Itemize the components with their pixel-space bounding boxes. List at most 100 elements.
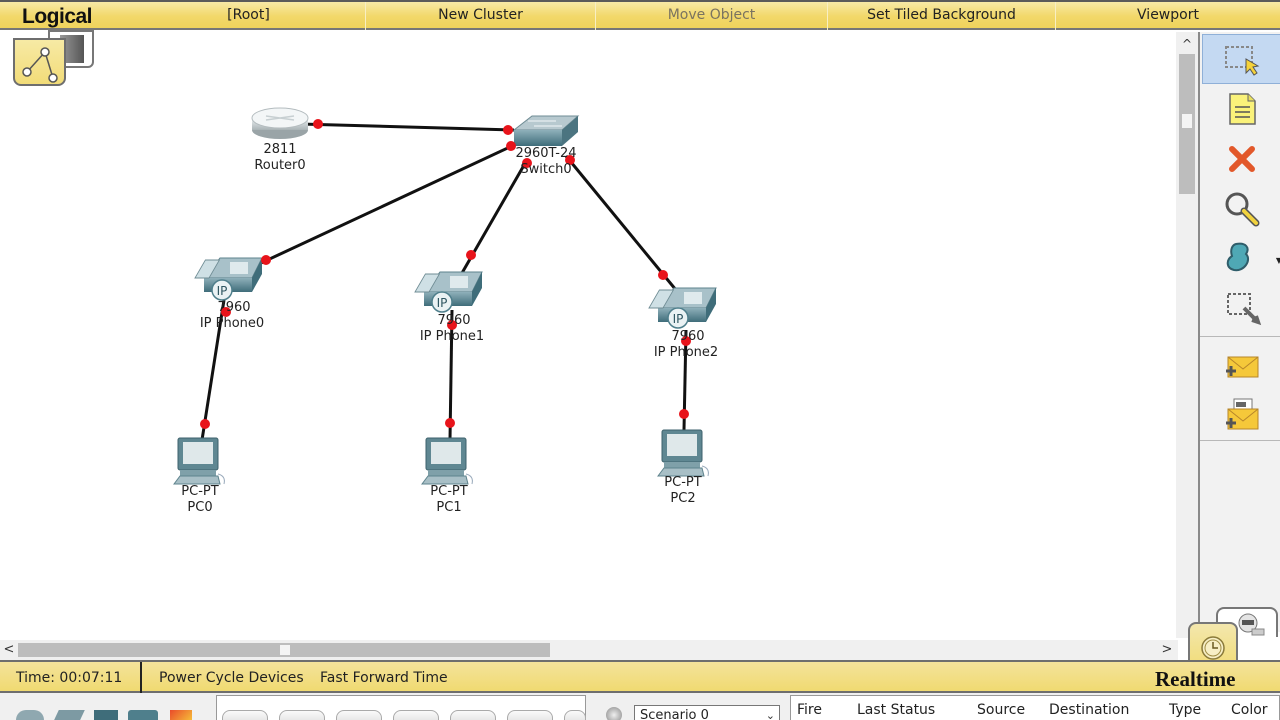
column-header-destination[interactable]: Destination — [1049, 702, 1129, 718]
simple-pdu-envelope-icon — [1226, 356, 1259, 378]
select-tool[interactable] — [1202, 34, 1280, 84]
pc-icon[interactable] — [421, 437, 473, 485]
routers-category-icon[interactable] — [16, 710, 44, 720]
column-header-type[interactable]: Type — [1169, 702, 1201, 718]
pc0-model-label: PC-PT — [181, 484, 219, 499]
router0-name-label: Router0 — [254, 158, 306, 173]
device-button[interactable] — [336, 710, 382, 720]
link-status-dot — [466, 250, 476, 260]
link-status-dot — [261, 255, 271, 265]
link-status-dot — [200, 419, 210, 429]
time-bar: Time: 00:07:11 Power Cycle Devices Fast … — [0, 660, 1280, 693]
vertical-scroll-thumb[interactable] — [1179, 54, 1195, 194]
device-and-pdu-panel: Scenario 0 ⌄ Fire Last Status Source Des… — [0, 693, 1280, 720]
pc2-name-label: PC2 — [670, 491, 696, 506]
switch-icon[interactable] — [512, 115, 580, 146]
realtime-mode-tab[interactable] — [1188, 622, 1238, 664]
pc1-model-label: PC-PT — [430, 484, 468, 499]
hubs-category-icon[interactable] — [94, 710, 118, 720]
magnifier-icon — [1225, 192, 1260, 227]
toolbar-divider — [1200, 440, 1280, 441]
svg-text:IP: IP — [437, 296, 448, 310]
logical-workspace-canvas[interactable]: IP IP IP 2811 Router0 2960T-24 Switch0 7… — [0, 32, 1176, 640]
move-object-button[interactable]: Move Object — [596, 2, 828, 30]
vertical-scrollbar[interactable]: ^ — [1176, 32, 1198, 638]
delete-tool[interactable] — [1202, 134, 1280, 184]
delete-icon — [1229, 146, 1255, 172]
pc1-name-label: PC1 — [436, 500, 462, 515]
resize-icon — [1227, 293, 1262, 326]
root-button[interactable]: [Root] — [132, 2, 366, 30]
power-cycle-devices-button[interactable]: Power Cycle Devices — [159, 670, 304, 686]
link-status-dot — [445, 418, 455, 428]
column-header-source[interactable]: Source — [977, 702, 1025, 718]
horizontal-scrollbar[interactable]: < > — [0, 640, 1178, 660]
phone0-name-label: IP Phone0 — [199, 316, 265, 331]
topology-diagram: IP IP IP — [173, 107, 717, 485]
svg-text:IP: IP — [673, 312, 684, 326]
toolbar-divider — [1200, 336, 1280, 337]
logical-mode-title: Logical — [22, 5, 93, 28]
set-tiled-background-button[interactable]: Set Tiled Background — [828, 2, 1056, 30]
switch0-name-label: Switch0 — [520, 162, 572, 177]
simulation-time: Time: 00:07:11 — [16, 670, 123, 686]
scenario-value: Scenario 0 — [640, 708, 709, 720]
link-status-dot — [658, 270, 668, 280]
scroll-right-button[interactable]: > — [1158, 640, 1176, 660]
phone2-model-label: 7960 — [671, 329, 705, 344]
device-button[interactable] — [279, 710, 325, 720]
add-simple-pdu-tool[interactable] — [1202, 342, 1280, 392]
device-button[interactable] — [564, 710, 586, 720]
new-cluster-button[interactable]: New Cluster — [366, 2, 596, 30]
phone1-model-label: 7960 — [437, 313, 471, 328]
scenario-select[interactable]: Scenario 0 ⌄ — [634, 705, 780, 720]
logical-view-tab[interactable] — [0, 28, 96, 88]
scenario-info-icon[interactable] — [606, 707, 622, 720]
switches-category-icon[interactable] — [53, 710, 85, 720]
resize-shape-tool[interactable] — [1202, 284, 1280, 334]
chevron-down-icon: ⌄ — [765, 709, 775, 720]
common-tools-bar: ▼ — [1198, 32, 1280, 632]
device-button[interactable] — [222, 710, 268, 720]
pc-icon[interactable] — [657, 429, 709, 477]
router-icon[interactable] — [251, 107, 309, 139]
ip-phone-icon[interactable]: IP — [648, 287, 717, 329]
shape-icon — [1226, 242, 1250, 272]
pdu-list-table: Fire Last Status Source Destination Type… — [790, 695, 1280, 720]
logical-view-icon — [13, 38, 66, 86]
router0-model-label: 2811 — [263, 142, 297, 157]
device-button[interactable] — [393, 710, 439, 720]
switch0-model-label: 2960T-24 — [515, 146, 577, 161]
clock-icon — [1201, 636, 1225, 660]
wireless-category-icon[interactable] — [128, 710, 158, 720]
connections-category-icon[interactable] — [170, 710, 192, 720]
pc2-model-label: PC-PT — [664, 475, 702, 490]
packet-tracer-window: Logical [Root] New Cluster Move Object S… — [0, 0, 1280, 720]
link-status-dot — [503, 125, 513, 135]
scroll-left-button[interactable]: < — [0, 640, 18, 660]
ip-phone-icon[interactable]: IP — [414, 271, 483, 313]
dropdown-arrow-icon[interactable]: ▼ — [1276, 256, 1280, 265]
pc0-name-label: PC0 — [187, 500, 213, 515]
add-complex-pdu-tool[interactable] — [1202, 390, 1280, 440]
link-status-dot — [679, 409, 689, 419]
device-button[interactable] — [507, 710, 553, 720]
inspect-tool[interactable] — [1202, 184, 1280, 234]
column-header-fire[interactable]: Fire — [797, 702, 822, 718]
select-icon — [1225, 46, 1260, 76]
viewport-button[interactable]: Viewport — [1056, 2, 1280, 30]
pc-icon[interactable] — [173, 437, 225, 485]
fast-forward-time-button[interactable]: Fast Forward Time — [320, 670, 448, 686]
draw-shape-tool[interactable]: ▼ — [1202, 234, 1280, 284]
realtime-mode-label: Realtime — [1155, 667, 1236, 691]
scroll-up-button[interactable]: ^ — [1176, 34, 1198, 54]
column-header-color[interactable]: Color — [1231, 702, 1268, 718]
place-note-tool[interactable] — [1202, 84, 1280, 134]
svg-text:IP: IP — [217, 284, 228, 298]
device-button[interactable] — [450, 710, 496, 720]
phone2-name-label: IP Phone2 — [653, 345, 719, 360]
column-header-last-status[interactable]: Last Status — [857, 702, 935, 718]
horizontal-scroll-thumb[interactable] — [18, 643, 550, 657]
ip-phone-icon[interactable]: IP — [194, 257, 263, 301]
link-router0-switch0[interactable] — [299, 122, 515, 132]
